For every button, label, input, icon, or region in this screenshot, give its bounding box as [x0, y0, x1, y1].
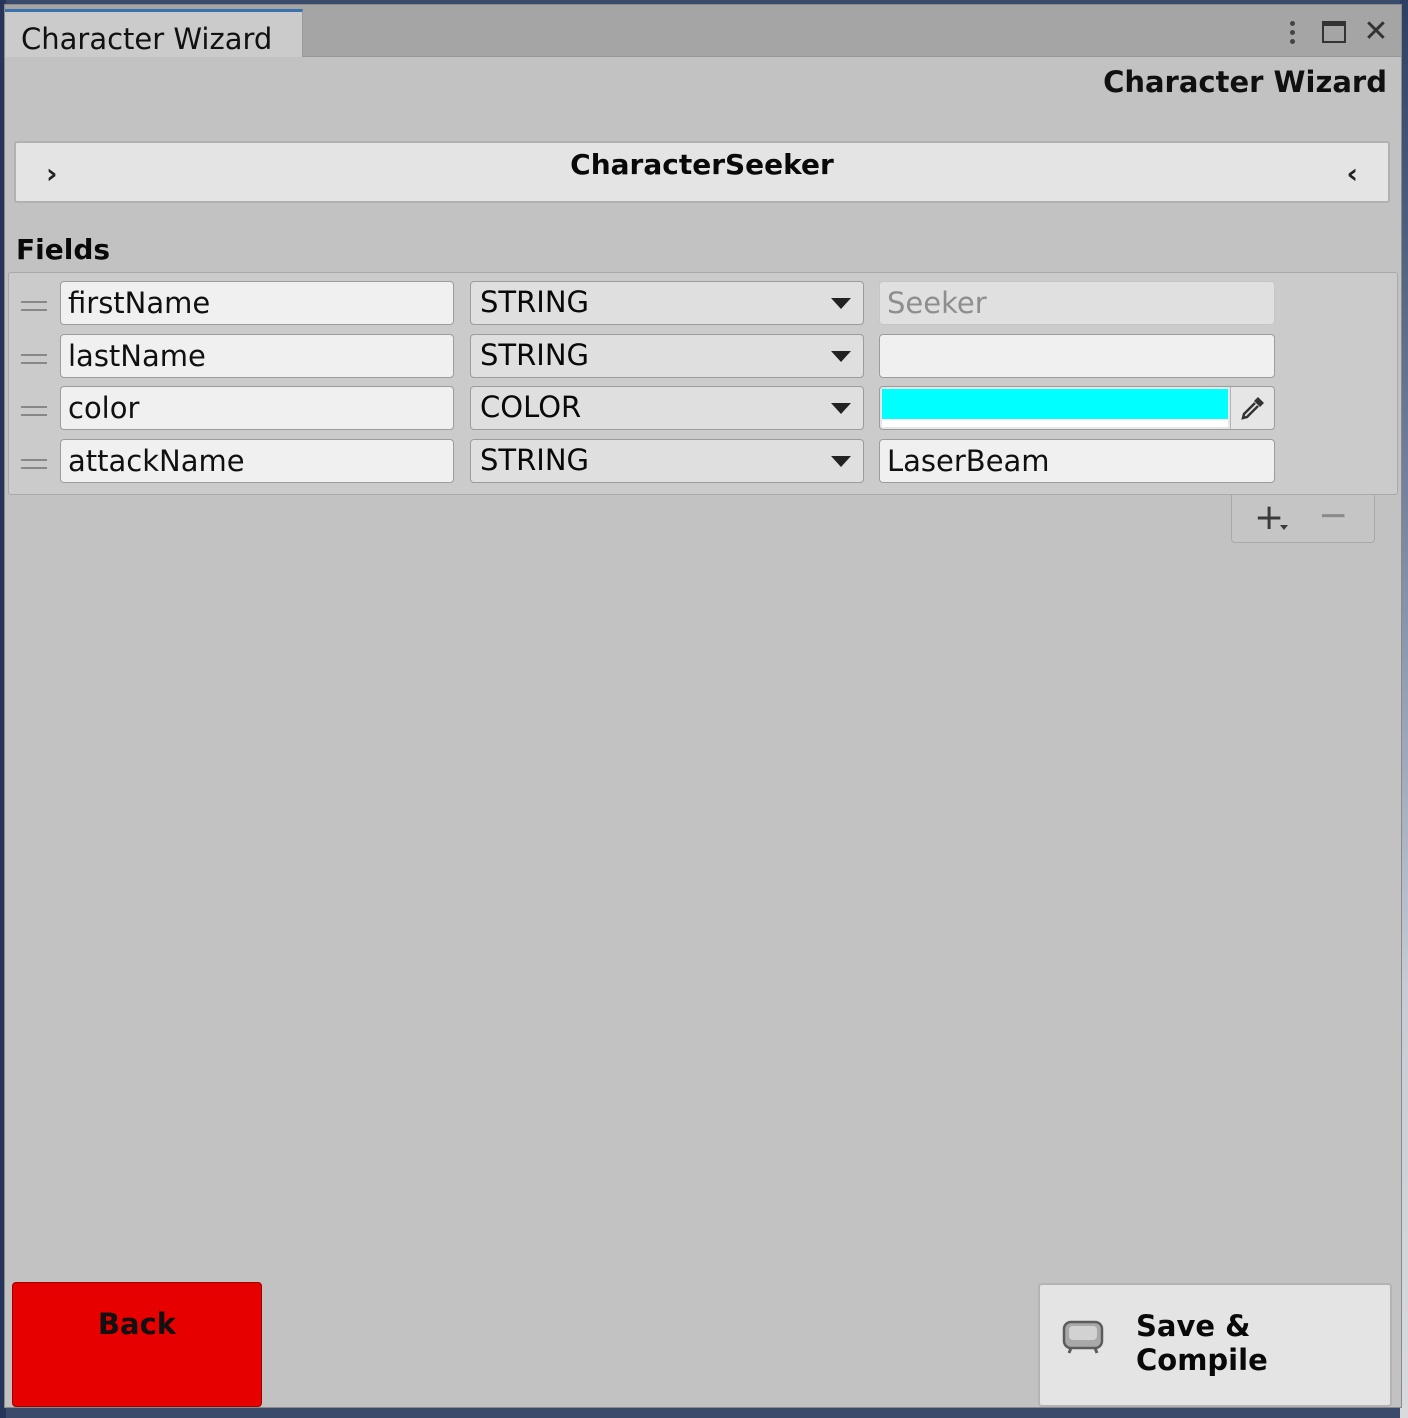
list-item: attackName STRING LaserBeam [9, 439, 1397, 491]
maximize-icon[interactable] [1317, 15, 1351, 49]
field-name-input[interactable]: color [60, 386, 454, 430]
eyedropper-icon[interactable] [1230, 387, 1274, 429]
chevron-down-icon [831, 351, 851, 362]
character-name: CharacterSeeker [570, 148, 834, 181]
drag-handle-icon[interactable] [21, 459, 47, 469]
field-name-input[interactable]: lastName [60, 334, 454, 378]
field-type-dropdown[interactable]: COLOR [470, 386, 864, 430]
character-wizard-window: Character Wizard ✕ Character Wizard › Ch… [4, 4, 1402, 1408]
field-type-value: COLOR [480, 390, 582, 424]
save-compile-icon [1062, 1320, 1104, 1354]
close-icon[interactable]: ✕ [1359, 15, 1393, 49]
save-compile-label: Save & Compile [1136, 1309, 1268, 1377]
field-value-input[interactable]: LaserBeam [879, 439, 1275, 483]
drag-handle-icon[interactable] [21, 406, 47, 416]
alpha-bar [882, 419, 1228, 427]
list-item: lastName STRING [9, 334, 1397, 386]
drag-handle-icon[interactable] [21, 301, 47, 311]
save-compile-button[interactable]: Save & Compile [1038, 1283, 1392, 1407]
character-selector: › CharacterSeeker ‹ [14, 141, 1390, 203]
field-value-input[interactable] [879, 334, 1275, 378]
field-type-value: STRING [480, 285, 589, 319]
add-field-button[interactable]: + [1254, 497, 1284, 538]
next-character-button[interactable]: ‹ [1346, 157, 1358, 190]
tab-character-wizard[interactable]: Character Wizard [5, 9, 303, 57]
chevron-down-icon [831, 456, 851, 467]
chevron-down-icon [1280, 525, 1288, 530]
tab-bar: Character Wizard ✕ [5, 5, 1401, 57]
field-value-input[interactable]: Seeker [879, 281, 1275, 325]
chevron-down-icon [831, 403, 851, 414]
more-vertical-icon[interactable] [1275, 15, 1309, 49]
field-type-value: STRING [480, 338, 589, 372]
list-add-remove-controls: + − [1231, 495, 1375, 543]
field-color-input[interactable] [879, 386, 1275, 430]
list-item: firstName STRING Seeker [9, 281, 1397, 333]
field-name-input[interactable]: attackName [60, 439, 454, 483]
fields-heading: Fields [16, 233, 111, 266]
remove-field-button[interactable]: − [1318, 495, 1348, 536]
list-item: color COLOR [9, 386, 1397, 438]
field-name-input[interactable]: firstName [60, 281, 454, 325]
field-type-value: STRING [480, 443, 589, 477]
color-swatch[interactable] [882, 389, 1228, 419]
back-button[interactable]: Back [12, 1282, 262, 1407]
field-type-dropdown[interactable]: STRING [470, 281, 864, 325]
field-type-dropdown[interactable]: STRING [470, 334, 864, 378]
page-title: Character Wizard [1103, 65, 1387, 99]
field-type-dropdown[interactable]: STRING [470, 439, 864, 483]
fields-list: firstName STRING Seeker lastName STRING … [8, 272, 1398, 495]
drag-handle-icon[interactable] [21, 354, 47, 364]
chevron-down-icon [831, 298, 851, 309]
